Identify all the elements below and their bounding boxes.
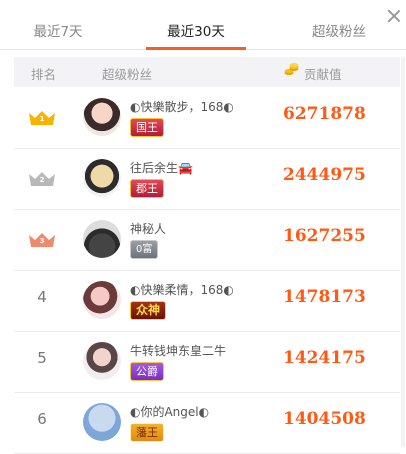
tab-last-7-days[interactable]: 最近7天 [18, 17, 98, 49]
table-row[interactable]: 4 ◐快樂柔情，168◐ 众神 1478173 [14, 270, 400, 332]
table-header: 排名 超级粉丝 贡献值 [14, 57, 400, 87]
fan-name[interactable]: 往后余生🚘 [130, 159, 193, 176]
silver-crown-icon: 2 [28, 171, 56, 187]
rank-number: 1 [39, 115, 45, 123]
tab-bar: 最近7天 最近30天 超级粉丝 [0, 17, 406, 50]
rank-badge: 郡王 [130, 179, 164, 198]
contribution-value: 6271878 [283, 104, 366, 124]
gold-crown-icon: 1 [28, 110, 56, 126]
fan-name[interactable]: ◐你的Angel◐ [130, 403, 209, 420]
rank-badge: 公爵 [130, 362, 164, 381]
contribution-value: 1627255 [283, 226, 366, 246]
contribution-value: 1424175 [283, 348, 366, 368]
fan-name[interactable]: ◐快樂散步，168◐ [130, 98, 234, 115]
fan-name[interactable]: 牛转钱坤东皇二牛 [130, 342, 226, 359]
contribution-value: 1478173 [283, 287, 366, 307]
rank-number: 3 [39, 237, 45, 245]
table-row[interactable]: 5 牛转钱坤东皇二牛 公爵 1424175 [14, 331, 400, 393]
fan-name[interactable]: 神秘人 [130, 220, 166, 237]
rank-number: 2 [39, 176, 45, 184]
fan-name[interactable]: ◐快樂柔情，168◐ [130, 281, 234, 298]
rank-badge: 众神 [130, 301, 167, 320]
contribution-value: 1404508 [283, 409, 366, 429]
avatar[interactable] [83, 159, 121, 197]
bronze-crown-icon: 3 [28, 232, 56, 248]
rank-badge: 国王 [130, 118, 164, 137]
avatar[interactable] [83, 98, 121, 136]
header-contribution: 贡献值 [304, 67, 342, 82]
rank-badge: 0富 [130, 240, 159, 259]
table-row[interactable]: 2 往后余生🚘 郡王 2444975 [14, 148, 400, 210]
table-row[interactable]: 3 神秘人 0富 1627255 [14, 209, 400, 271]
header-rank: 排名 [31, 67, 57, 82]
rank-badge: 藩王 [130, 423, 164, 442]
rank-number: 4 [37, 288, 47, 306]
contribution-value: 2444975 [283, 165, 366, 185]
table-row[interactable]: 1 ◐快樂散步，168◐ 国王 6271878 [14, 87, 400, 149]
avatar[interactable] [83, 342, 121, 380]
avatar[interactable] [83, 403, 121, 441]
tab-super-fans[interactable]: 超级粉丝 [296, 17, 382, 49]
coin-stack-icon [284, 62, 299, 77]
header-fans: 超级粉丝 [102, 67, 153, 82]
tab-last-30-days[interactable]: 最近30天 [146, 17, 246, 50]
avatar[interactable] [83, 281, 121, 319]
rank-number: 6 [37, 410, 47, 428]
scrollbar[interactable] [401, 57, 405, 447]
table-row[interactable]: 6 ◐你的Angel◐ 藩王 1404508 [14, 392, 400, 454]
avatar[interactable] [83, 220, 121, 258]
rank-number: 5 [37, 349, 47, 367]
